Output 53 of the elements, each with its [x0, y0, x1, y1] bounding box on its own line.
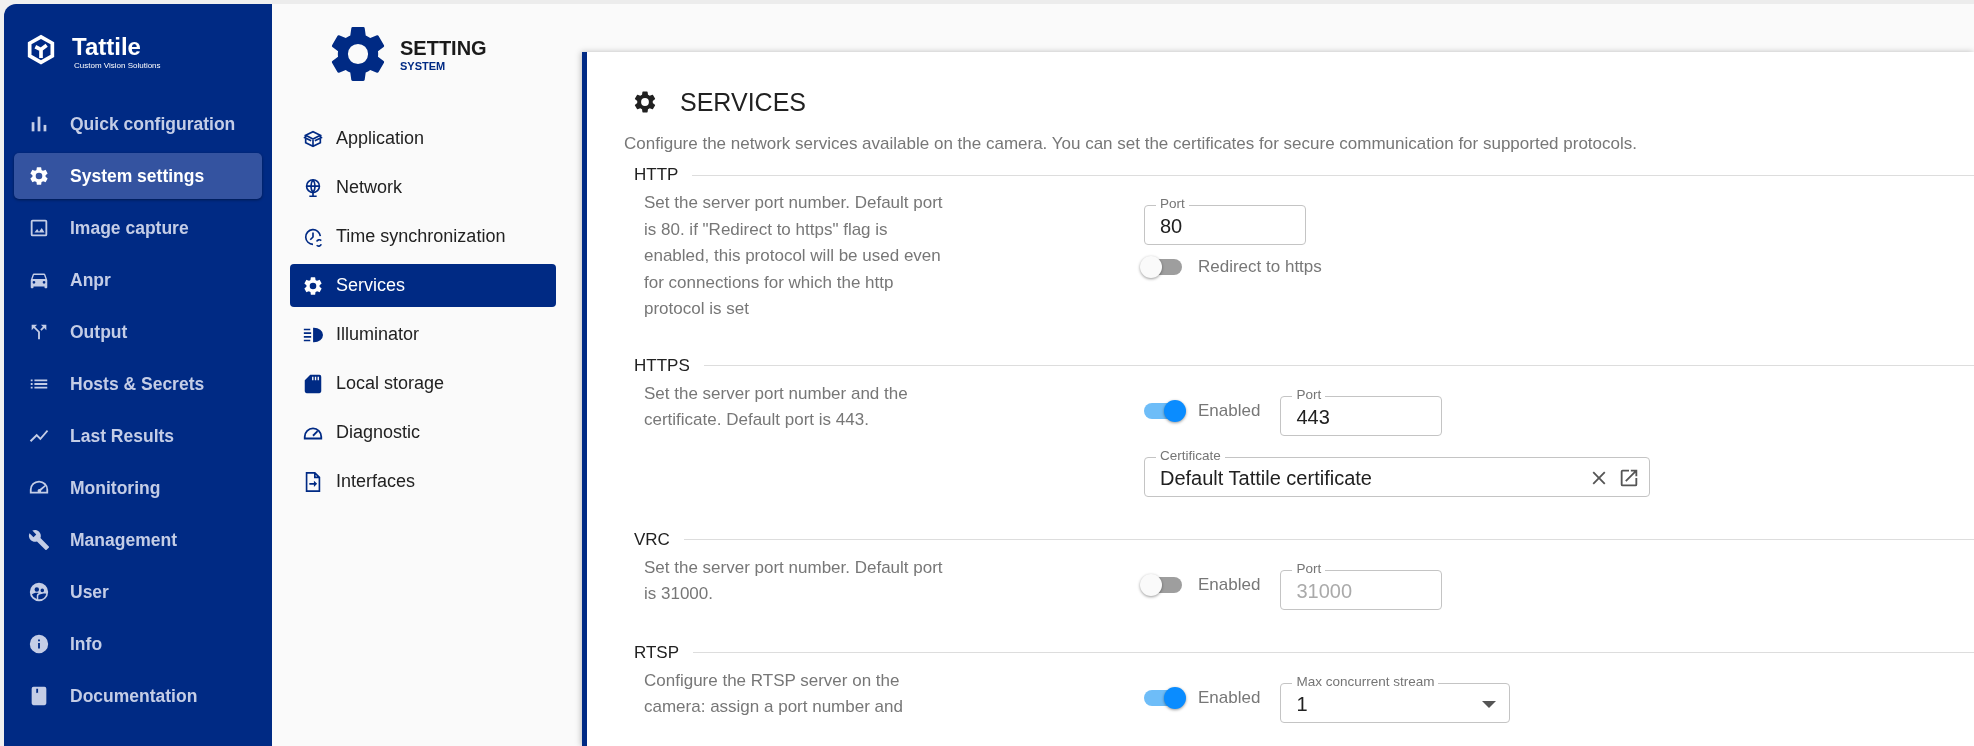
submenu-item[interactable]: Application — [290, 117, 556, 160]
nav-item[interactable]: Documentation — [14, 673, 262, 719]
submenu-item[interactable]: Interfaces — [290, 460, 556, 503]
page-title: SERVICES — [680, 87, 806, 117]
submenu-item[interactable]: Local storage — [290, 362, 556, 405]
certificate-field[interactable]: Certificate Default Tattile certificate — [1144, 447, 1650, 497]
settings-icon — [302, 274, 324, 297]
switch-label: Enabled — [1198, 688, 1261, 708]
submenu-subtitle: SYSTEM — [400, 59, 447, 72]
section-title: HTTPS — [634, 355, 690, 376]
sd-card-icon — [302, 372, 324, 395]
brand-tagline: Custom Vision Solutions — [74, 60, 161, 70]
image-icon — [28, 217, 50, 239]
submenu-item[interactable]: Services — [290, 264, 556, 307]
section-description: Set the server port number. Default port is 80. if "Redirect to https" flag is enabled, this protocol will be used even for connections for which the http protocol is set — [644, 192, 944, 320]
settings-icon — [330, 26, 386, 82]
settings-icon — [28, 165, 50, 187]
info-icon — [28, 633, 50, 655]
nav-item[interactable]: Hosts & Secrets — [14, 361, 262, 407]
switch-label: Redirect to https — [1198, 257, 1322, 277]
open-external-icon[interactable] — [1618, 467, 1640, 489]
nav-item[interactable]: Info — [14, 621, 262, 667]
section-description: Configure the RTSP server on the camera: assign a port number and — [644, 669, 904, 718]
section-title: VRC — [634, 529, 670, 550]
page-description: Configure the network services available on the camera. You can set the certificates for secure communication for supported protocols. — [624, 134, 1638, 154]
switch-label: Enabled — [1198, 401, 1261, 421]
nav-item[interactable]: Anpr — [14, 257, 262, 303]
submenu-title: SETTING — [400, 36, 487, 60]
section-description: Set the server port number and the certificate. Default port is 443. — [644, 382, 909, 431]
settings-icon — [632, 89, 658, 115]
section-title: HTTP — [634, 165, 679, 185]
nav-item[interactable]: Quick configuration — [14, 101, 262, 147]
nav-item[interactable]: Monitoring — [14, 465, 262, 511]
user-group-icon — [28, 581, 50, 603]
section-title: RTSP — [634, 642, 680, 663]
nav-item[interactable]: User — [14, 569, 262, 615]
port-field[interactable]: Port 80 — [1144, 196, 1306, 245]
brand-name: Tattile — [72, 32, 142, 61]
submenu-item[interactable]: Diagnostic — [290, 411, 556, 454]
submenu-item[interactable]: Network — [290, 166, 556, 209]
nav-item[interactable]: Last Results — [14, 413, 262, 459]
nav-item[interactable]: Management — [14, 517, 262, 563]
section-description: Set the server port number. Default port is 31000. — [644, 556, 944, 605]
port-field[interactable]: Port 443 — [1280, 386, 1443, 436]
nav-item[interactable]: Image capture — [14, 205, 262, 251]
stream-select[interactable]: Max concurrent stream 1 — [1280, 673, 1511, 723]
switch-label: Enabled — [1198, 575, 1261, 595]
nav-item[interactable]: Output — [14, 309, 262, 355]
caret-icon — [1482, 700, 1497, 708]
nav-item[interactable]: System settings — [14, 153, 262, 199]
submenu-item[interactable]: Time synchronization — [290, 215, 556, 258]
submenu-item[interactable]: Illuminator — [290, 313, 556, 356]
wrench-icon — [28, 529, 50, 551]
